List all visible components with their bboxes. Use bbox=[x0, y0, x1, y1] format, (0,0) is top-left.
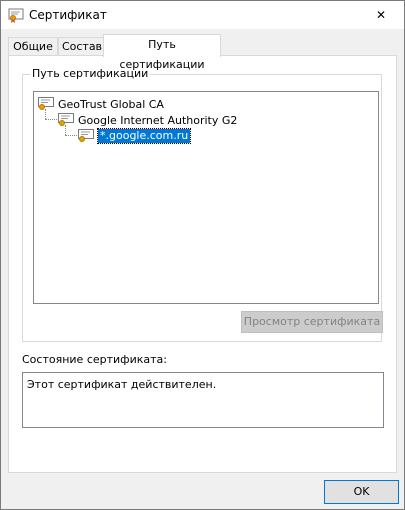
tree-connector bbox=[65, 135, 77, 136]
ok-button[interactable]: OK bbox=[324, 480, 399, 504]
certificate-icon bbox=[78, 129, 94, 142]
window-title: Сертификат bbox=[29, 8, 107, 22]
tree-connector bbox=[45, 119, 57, 120]
tab-certification-path[interactable]: Путь сертификации bbox=[103, 34, 221, 71]
tab-general-label: Общие bbox=[13, 40, 53, 53]
tree-item-label: GeoTrust Global CA bbox=[58, 97, 164, 111]
tree-item-root[interactable]: GeoTrust Global CA bbox=[38, 96, 164, 112]
tab-certification-path-label: Путь сертификации bbox=[119, 38, 205, 71]
close-button[interactable]: ✕ bbox=[358, 1, 404, 29]
tree-item-label-selected: *.google.com.ru bbox=[96, 128, 192, 144]
ok-button-label: OK bbox=[353, 485, 370, 498]
status-text: Этот сертификат действителен. bbox=[27, 378, 217, 391]
certificate-tree[interactable]: GeoTrust Global CA Google Internet Autho… bbox=[33, 91, 379, 304]
tree-item-intermediate[interactable]: Google Internet Authority G2 bbox=[58, 112, 237, 128]
certificate-icon bbox=[8, 8, 24, 23]
status-label: Состояние сертификата: bbox=[22, 353, 167, 366]
title-bar: Сертификат ✕ bbox=[1, 1, 404, 29]
tab-bar: Общие Состав Путь сертификации bbox=[8, 34, 397, 71]
tab-general[interactable]: Общие bbox=[8, 37, 58, 56]
tab-details[interactable]: Состав bbox=[58, 37, 106, 56]
certificate-icon bbox=[58, 113, 74, 126]
certificate-icon bbox=[38, 97, 54, 110]
certification-path-group: Путь сертификации GeoTrust Global CA Goo… bbox=[22, 67, 383, 342]
tree-item-leaf[interactable]: *.google.com.ru bbox=[78, 128, 192, 144]
tab-panel: Путь сертификации GeoTrust Global CA Goo… bbox=[8, 55, 397, 473]
view-certificate-button[interactable]: Просмотр сертификата bbox=[241, 311, 383, 333]
status-textbox[interactable]: Этот сертификат действителен. bbox=[22, 372, 384, 428]
tab-details-label: Состав bbox=[61, 40, 103, 53]
close-icon: ✕ bbox=[375, 8, 387, 22]
certificate-dialog: Сертификат ✕ Общие Состав Путь сертифика… bbox=[0, 0, 405, 510]
tree-item-label: Google Internet Authority G2 bbox=[78, 113, 238, 127]
view-certificate-button-label: Просмотр сертификата bbox=[243, 315, 381, 328]
